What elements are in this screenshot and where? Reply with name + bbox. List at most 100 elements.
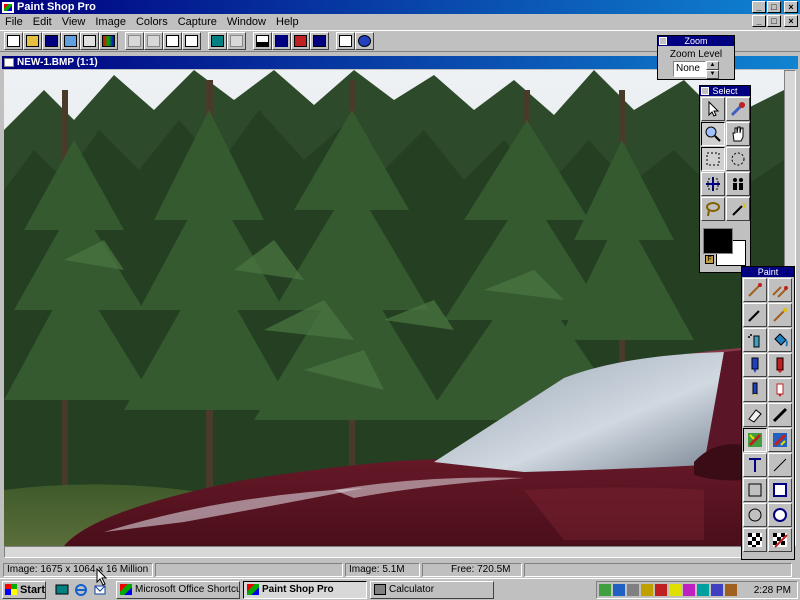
- eyedropper-icon[interactable]: [726, 97, 750, 121]
- toggle-select-icon[interactable]: [272, 32, 291, 50]
- tray-app-icon[interactable]: [683, 584, 695, 596]
- zoom-down-arrow-icon[interactable]: ▼: [706, 70, 719, 79]
- open-icon[interactable]: [23, 32, 42, 50]
- pattern-icon[interactable]: [743, 528, 767, 552]
- filled-rectangle-icon[interactable]: [768, 478, 792, 502]
- capture-icon[interactable]: [208, 32, 227, 50]
- pencil-icon[interactable]: [743, 378, 767, 402]
- undo-icon[interactable]: [125, 32, 144, 50]
- paint-palette-title-bar[interactable]: Paint: [742, 267, 794, 277]
- taskbar-item-office-shortcut[interactable]: Microsoft Office Shortcut ...: [116, 580, 240, 599]
- context-help-icon[interactable]: [336, 32, 355, 50]
- clone-brush-icon[interactable]: [768, 278, 792, 302]
- line-icon[interactable]: [768, 453, 792, 477]
- new-icon[interactable]: [4, 32, 23, 50]
- document-icon[interactable]: [4, 58, 14, 67]
- crayon-icon[interactable]: [768, 353, 792, 377]
- tray-display-icon[interactable]: [613, 584, 625, 596]
- move-icon[interactable]: [701, 172, 725, 196]
- tray-scheduler-icon[interactable]: [627, 584, 639, 596]
- airbrush-icon[interactable]: [743, 328, 767, 352]
- gradient-icon[interactable]: [768, 528, 792, 552]
- select-palette-close-button[interactable]: [701, 87, 709, 95]
- color-replacer-icon[interactable]: [768, 303, 792, 327]
- app-title: Paint Shop Pro: [17, 1, 96, 13]
- rect-select-icon[interactable]: [701, 147, 725, 171]
- app-icon[interactable]: [2, 1, 14, 13]
- save-icon[interactable]: [42, 32, 61, 50]
- copy-icon[interactable]: [163, 32, 182, 50]
- menu-window[interactable]: Window: [222, 16, 271, 28]
- pen-icon[interactable]: [743, 303, 767, 327]
- menu-edit[interactable]: Edit: [28, 16, 57, 28]
- app-title-bar[interactable]: Paint Shop Pro _ □ ×: [0, 0, 800, 14]
- flood-fill-icon[interactable]: [768, 328, 792, 352]
- color-palette-icon[interactable]: [99, 32, 118, 50]
- color-fill-icon[interactable]: [768, 428, 792, 452]
- image-canvas[interactable]: [4, 70, 784, 546]
- tray-network-icon[interactable]: [599, 584, 611, 596]
- twain-icon[interactable]: [61, 32, 80, 50]
- text-icon[interactable]: [743, 453, 767, 477]
- select-palette-title-bar[interactable]: Select: [700, 86, 750, 96]
- ellipse-select-icon[interactable]: [726, 147, 750, 171]
- menu-view[interactable]: View: [57, 16, 91, 28]
- tray-modem-icon[interactable]: [697, 584, 709, 596]
- eraser-icon[interactable]: [743, 403, 767, 427]
- menu-file[interactable]: File: [0, 16, 28, 28]
- doc-restore-button[interactable]: □: [767, 15, 781, 27]
- zoom-up-arrow-icon[interactable]: ▲: [706, 61, 719, 70]
- lasso-icon[interactable]: [701, 197, 725, 221]
- horizontal-scrollbar[interactable]: [4, 546, 784, 558]
- histogram-icon[interactable]: [253, 32, 272, 50]
- taskbar-item-paint-shop-pro[interactable]: Paint Shop Pro: [243, 580, 367, 599]
- close-button[interactable]: ×: [784, 1, 798, 13]
- retouch-icon[interactable]: [743, 428, 767, 452]
- toggle-paint-icon[interactable]: [291, 32, 310, 50]
- help-icon[interactable]: [355, 32, 374, 50]
- tray-volume-icon[interactable]: [641, 584, 653, 596]
- cut-icon[interactable]: [144, 32, 163, 50]
- internet-explorer-icon[interactable]: [73, 582, 89, 598]
- menu-image[interactable]: Image: [90, 16, 131, 28]
- menu-help[interactable]: Help: [271, 16, 304, 28]
- paste-icon[interactable]: [182, 32, 201, 50]
- paintbrush-icon[interactable]: [743, 278, 767, 302]
- zoom-palette-title: Zoom: [684, 36, 708, 46]
- doc-minimize-button[interactable]: _: [752, 15, 766, 27]
- hand-icon[interactable]: [726, 122, 750, 146]
- tray-keyboard-icon[interactable]: [711, 584, 723, 596]
- chalk-icon[interactable]: [768, 378, 792, 402]
- show-desktop-icon[interactable]: [54, 582, 70, 598]
- taskbar-item-calculator[interactable]: Calculator: [370, 580, 494, 599]
- marker-icon[interactable]: [743, 353, 767, 377]
- menu-colors[interactable]: Colors: [131, 16, 173, 28]
- calculator-icon: [374, 584, 386, 595]
- arrow-icon[interactable]: [701, 97, 725, 121]
- start-button[interactable]: Start: [2, 580, 46, 599]
- print-icon[interactable]: [80, 32, 99, 50]
- zoom-palette-close-button[interactable]: [659, 37, 667, 45]
- tray-printer-icon[interactable]: [725, 584, 737, 596]
- line-brush-icon[interactable]: [768, 403, 792, 427]
- doc-close-button[interactable]: ×: [784, 15, 798, 27]
- ellipse-icon[interactable]: [743, 503, 767, 527]
- filled-ellipse-icon[interactable]: [768, 503, 792, 527]
- maximize-button[interactable]: □: [767, 1, 781, 13]
- toggle-zoom-icon[interactable]: [310, 32, 329, 50]
- magnifier-icon[interactable]: [701, 122, 725, 146]
- tray-power-icon[interactable]: [669, 584, 681, 596]
- rectangle-icon[interactable]: [743, 478, 767, 502]
- foreground-color-swatch[interactable]: [703, 228, 733, 254]
- swap-colors-icon[interactable]: F: [705, 255, 714, 264]
- zoom-level-spinner[interactable]: None ▲ ▼: [673, 61, 719, 79]
- tray-antivirus-icon[interactable]: [655, 584, 667, 596]
- zoom-palette-title-bar[interactable]: Zoom: [658, 36, 734, 46]
- menu-capture[interactable]: Capture: [173, 16, 222, 28]
- minimize-button[interactable]: _: [752, 1, 766, 13]
- zoom-level-value[interactable]: None: [673, 61, 706, 77]
- magic-wand-icon[interactable]: [726, 197, 750, 221]
- clone-icon[interactable]: [726, 172, 750, 196]
- zoom-icon[interactable]: [227, 32, 246, 50]
- color-swatches[interactable]: F: [702, 224, 748, 270]
